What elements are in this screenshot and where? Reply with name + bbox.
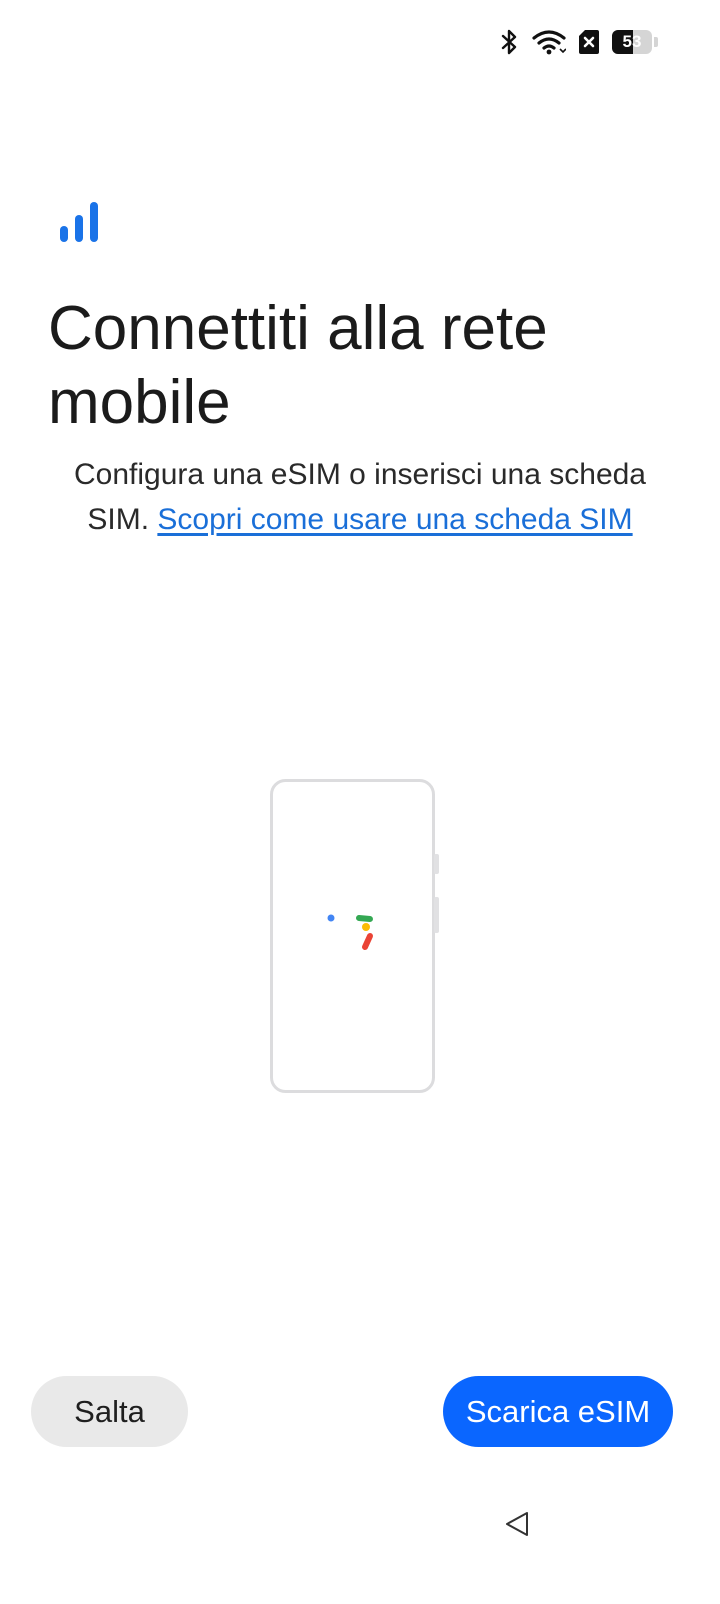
bluetooth-icon xyxy=(500,28,520,56)
download-esim-button[interactable]: Scarica eSIM xyxy=(443,1376,673,1447)
battery-icon: 53 xyxy=(612,30,658,54)
no-sim-icon xyxy=(578,29,600,55)
status-bar: 53 xyxy=(500,22,658,62)
skip-button[interactable]: Salta xyxy=(31,1376,188,1447)
wifi-icon xyxy=(532,28,566,56)
battery-level: 53 xyxy=(622,32,642,51)
back-triangle-icon[interactable] xyxy=(503,1510,531,1543)
phone-loading-illustration xyxy=(270,779,440,1098)
cellular-signal-icon xyxy=(58,200,102,249)
learn-more-link[interactable]: Scopri come usare una scheda SIM xyxy=(157,503,632,536)
description: Configura una eSIM o inserisci una sched… xyxy=(40,452,680,542)
battery-tip xyxy=(654,37,658,47)
page-title: Connettiti alla rete mobile xyxy=(48,294,548,437)
